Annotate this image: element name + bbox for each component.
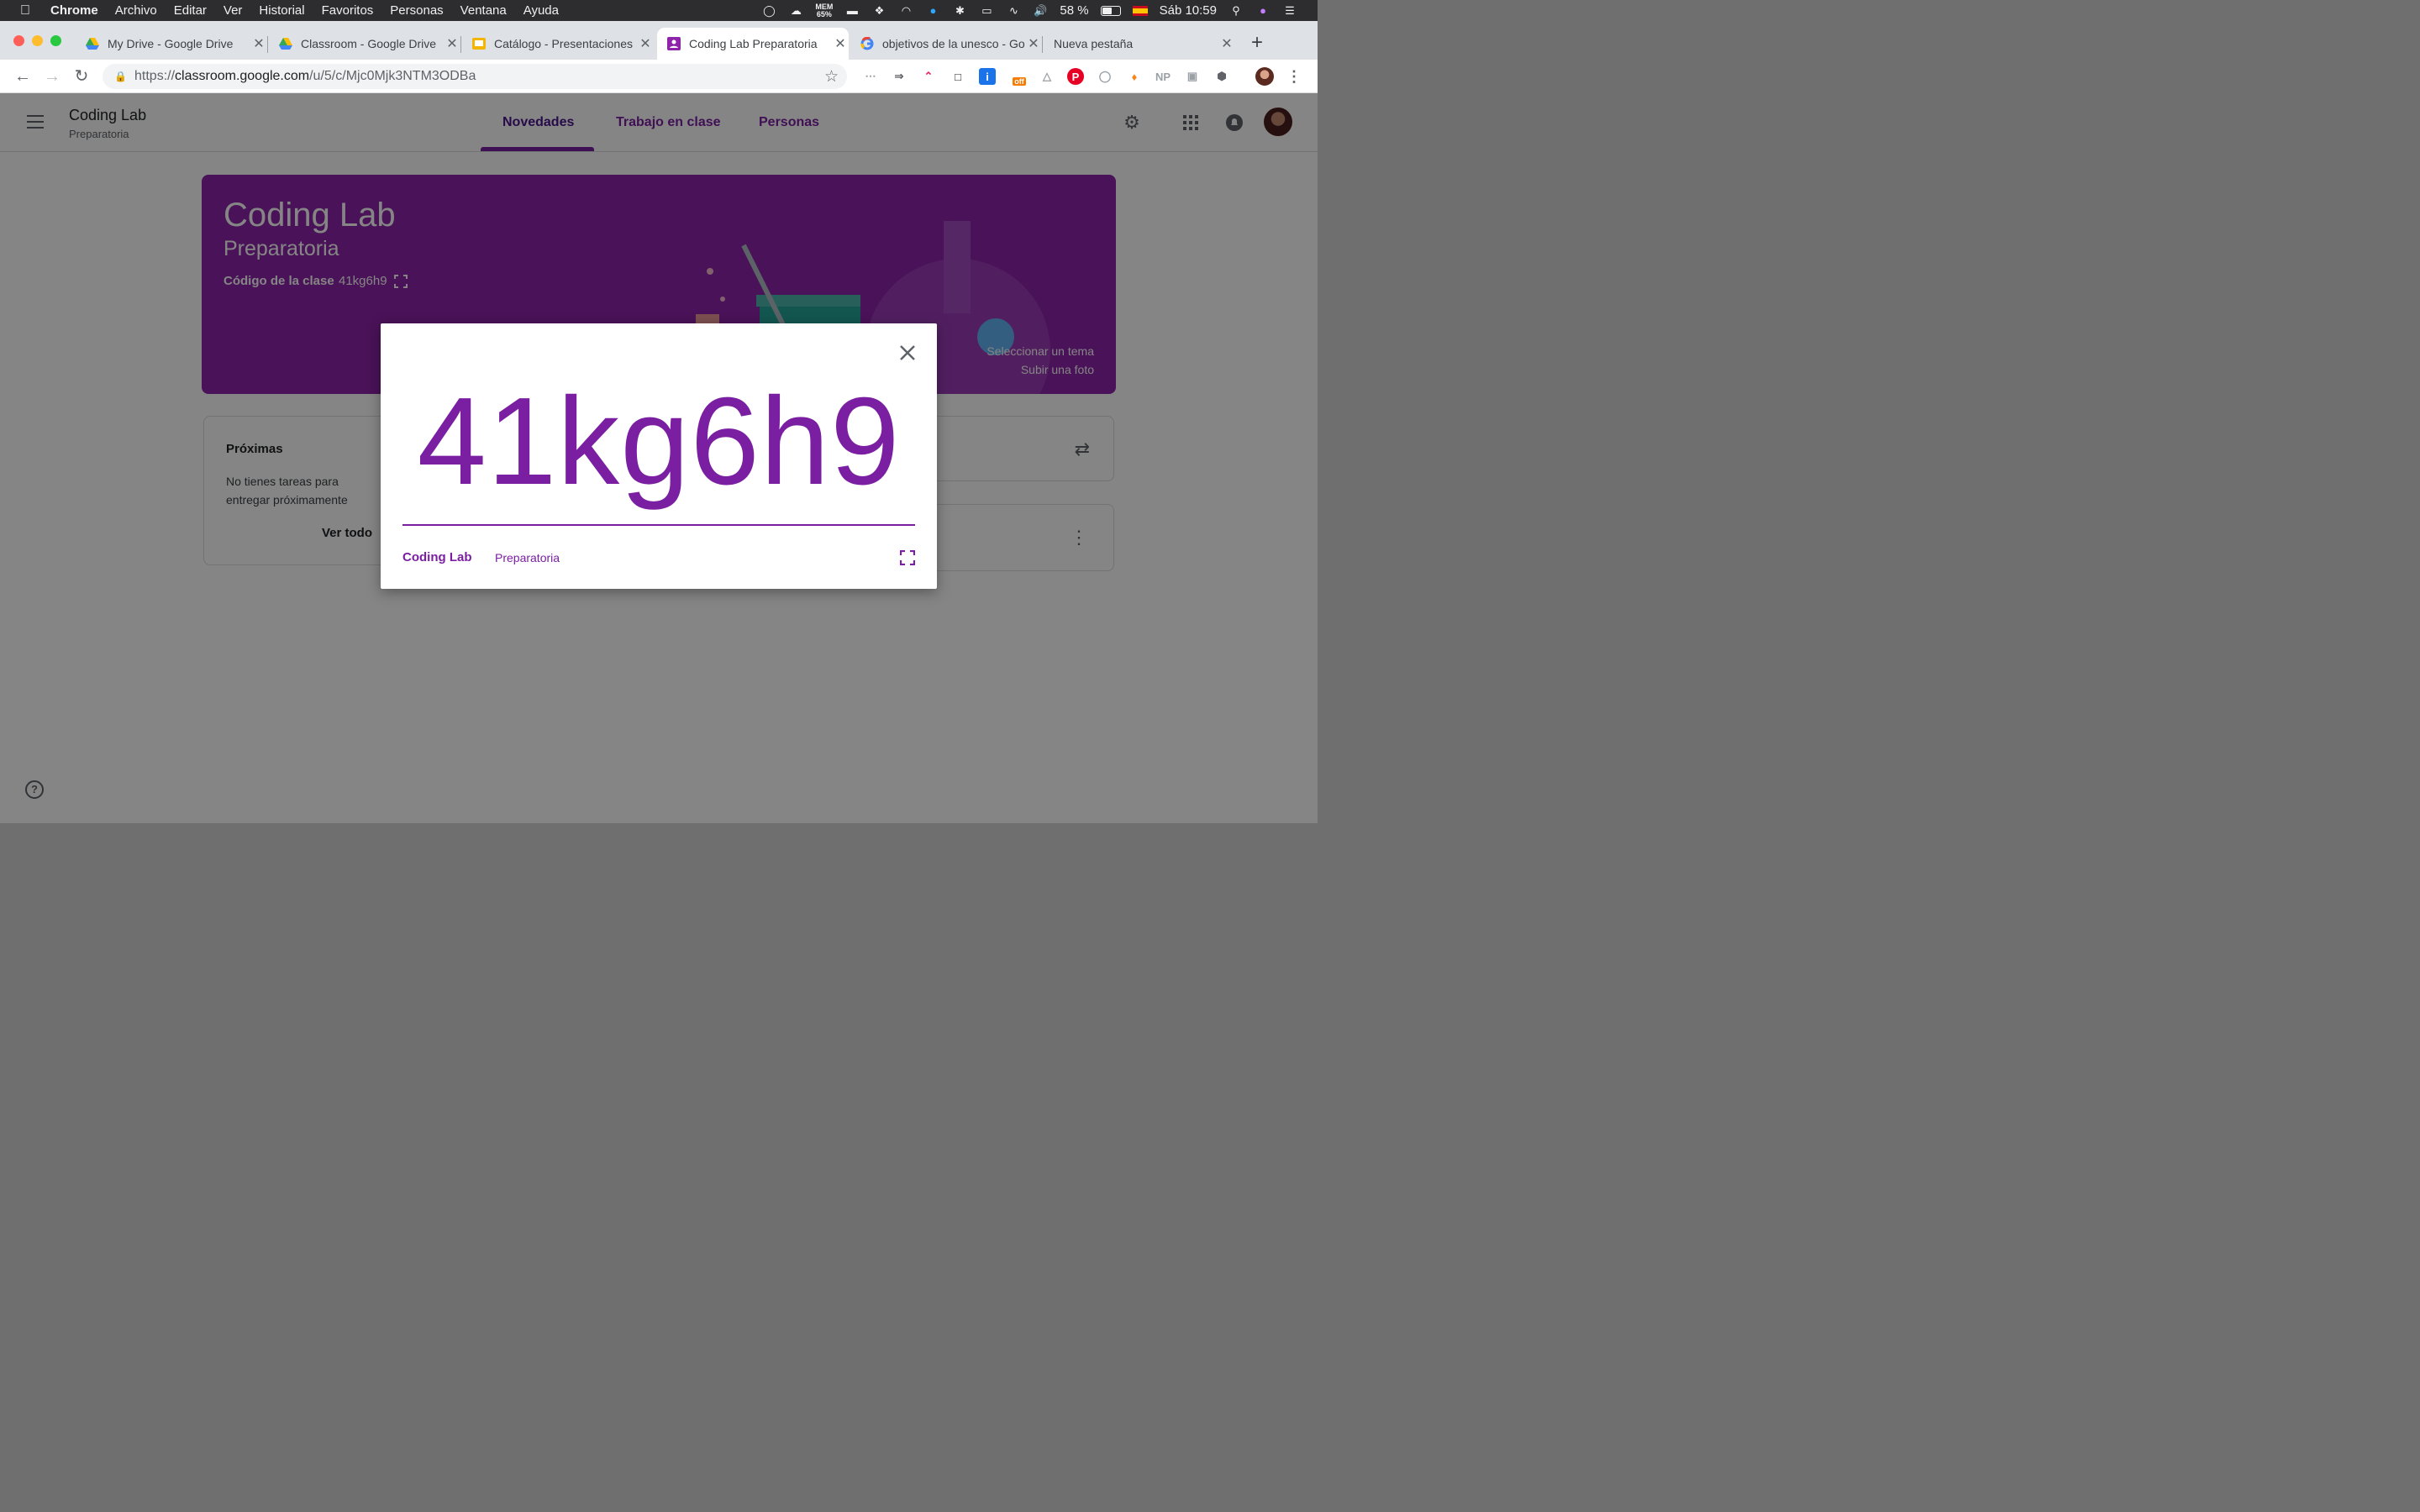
extension-drive-icon[interactable]: △ [1039, 68, 1055, 85]
menu-ver[interactable]: Ver [215, 3, 251, 18]
extension-arrow-icon[interactable]: ⇒ [891, 68, 908, 85]
tab-title: objetivos de la unesco - Goo [882, 37, 1025, 50]
back-arrow-icon[interactable]: ← [13, 66, 33, 87]
forward-arrow-icon[interactable]: → [42, 66, 62, 87]
dropbox-icon[interactable]: ❖ [871, 4, 886, 17]
sync-icon[interactable]: ◠ [898, 4, 913, 17]
menu-app-name[interactable]: Chrome [50, 3, 107, 18]
shazam-icon[interactable]: ● [925, 4, 940, 17]
tab-title: My Drive - Google Drive [108, 37, 234, 50]
volume-icon[interactable]: 🔊 [1033, 4, 1048, 17]
close-tab-icon[interactable]: ✕ [444, 35, 460, 52]
menubar-status-area: ◯ ☁ MEM 65% ▬ ❖ ◠ ● ✱ ▭ ∿ 🔊 58 % Sáb 10:5… [761, 0, 1318, 21]
close-tab-icon[interactable]: ✕ [250, 35, 267, 52]
tab-title: Coding Lab Preparatoria [689, 37, 818, 50]
battery-icon[interactable] [1100, 5, 1121, 16]
class-code-large: 41kg6h9 [417, 372, 901, 511]
pinterest-icon[interactable]: P [1067, 68, 1084, 85]
memory-value: 65% [816, 9, 832, 18]
bookmark-star-icon[interactable]: ☆ [824, 67, 839, 87]
chrome-menu-icon[interactable]: ⋮ [1286, 68, 1302, 85]
battery-percentage[interactable]: 58 % [1060, 3, 1088, 18]
creative-cloud-icon[interactable]: ☁ [788, 4, 803, 17]
google-drive-icon [279, 37, 292, 50]
extension-off-icon[interactable]: off [1011, 68, 1028, 86]
clock[interactable]: Sáb 10:59 [1160, 3, 1217, 18]
extension-blue-icon[interactable]: i [979, 68, 996, 85]
menu-ventana[interactable]: Ventana [452, 3, 515, 18]
battery-level [1102, 7, 1112, 14]
menu-editar[interactable]: Editar [166, 3, 215, 18]
spotlight-search-icon[interactable]: ⚲ [1228, 4, 1244, 17]
memory-indicator[interactable]: MEM 65% [815, 3, 833, 18]
bluetooth-icon[interactable]: ✱ [952, 4, 967, 17]
glasses-icon[interactable]: ◯ [761, 4, 776, 17]
spanish-flag-icon[interactable] [1132, 5, 1148, 16]
browser-tab-coding-lab[interactable]: Coding Lab Preparatoria ✕ [657, 28, 849, 60]
google-slides-icon [472, 37, 486, 50]
extension-cube-icon[interactable]: ⬢ [1213, 68, 1230, 85]
tab-separator [460, 36, 461, 53]
window-controls [13, 35, 61, 46]
extension-r-icon[interactable]: ▣ [1184, 68, 1201, 85]
extension-rainbow-icon[interactable]: ⌃ [920, 68, 937, 85]
close-icon[interactable] [898, 344, 917, 362]
google-search-icon [860, 37, 874, 50]
code-divider [402, 524, 915, 526]
menu-historial[interactable]: Historial [250, 3, 313, 18]
metamask-fox-icon[interactable]: ♦ [1126, 68, 1143, 85]
browser-tab-strip: My Drive - Google Drive ✕ Classroom - Go… [0, 21, 1318, 60]
tab-title: Nueva pestaña [1054, 37, 1134, 50]
menu-favoritos[interactable]: Favoritos [313, 3, 382, 18]
notification-center-icon[interactable]: ☰ [1282, 4, 1297, 17]
extension-circle-icon[interactable]: ◯ [1097, 68, 1113, 85]
close-tab-icon[interactable]: ✕ [1025, 35, 1042, 52]
airplay-icon[interactable]: ▭ [979, 4, 994, 17]
reload-icon[interactable]: ↻ [71, 66, 92, 87]
tab-title: Catálogo - Presentaciones [494, 37, 633, 50]
extension-bulb-icon[interactable]: □ [950, 68, 966, 85]
extension-np-label: NP [1155, 70, 1171, 83]
dialog-course-name: Coding Lab [402, 550, 472, 564]
lock-icon[interactable]: 🔒 [114, 71, 127, 82]
display-icon[interactable]: ▬ [844, 4, 860, 17]
browser-toolbar: ← → ↻ 🔒 https://classroom.google.com/u/5… [0, 60, 1318, 93]
profile-avatar[interactable] [1255, 67, 1274, 86]
browser-tab-catalogo[interactable]: Catálogo - Presentaciones ✕ [464, 28, 654, 60]
tab-separator [267, 36, 268, 53]
close-window-button[interactable] [13, 35, 24, 46]
new-tab-button[interactable]: + [1247, 33, 1267, 53]
tab-separator [1042, 36, 1043, 53]
menu-personas[interactable]: Personas [381, 3, 451, 18]
browser-tab-classroom-drive[interactable]: Classroom - Google Drive ✕ [271, 28, 461, 60]
minimize-window-button[interactable] [32, 35, 43, 46]
exit-fullscreen-icon[interactable] [900, 550, 915, 565]
close-tab-icon[interactable]: ✕ [1218, 35, 1235, 52]
apple-menu-icon[interactable]:  [0, 3, 50, 18]
zoom-window-button[interactable] [50, 35, 61, 46]
siri-icon[interactable]: ● [1255, 4, 1270, 17]
close-tab-icon[interactable]: ✕ [637, 35, 654, 52]
extension-np-icon[interactable]: NP [1155, 68, 1171, 85]
tab-title: Classroom - Google Drive [301, 37, 437, 50]
google-drive-icon [86, 37, 99, 50]
url-protocol: https:// [134, 69, 176, 83]
url-host: classroom.google.com [175, 69, 310, 83]
extension-off-badge: off [1013, 77, 1026, 86]
macos-menubar:  Chrome Archivo Editar Ver Historial Fa… [0, 0, 1318, 21]
address-bar[interactable]: 🔒 https://classroom.google.com/u/5/c/Mjc… [103, 64, 847, 89]
url-path: /u/5/c/Mjc0Mjk3NTM3ODBa [309, 69, 476, 83]
menu-ayuda[interactable]: Ayuda [515, 3, 567, 18]
browser-tab-objetivos[interactable]: objetivos de la unesco - Goo ✕ [852, 28, 1043, 60]
browser-tab-my-drive[interactable]: My Drive - Google Drive ✕ [77, 28, 268, 60]
dialog-section: Preparatoria [495, 551, 560, 564]
extension-reader-icon[interactable]: ⋯ [862, 68, 879, 85]
close-tab-icon[interactable]: ✕ [832, 35, 849, 52]
class-code-dialog: 41kg6h9 Coding Lab Preparatoria [381, 323, 937, 589]
google-classroom-icon [667, 37, 681, 50]
browser-tab-nueva-pestana[interactable]: Nueva pestaña ✕ [1045, 28, 1235, 60]
wifi-icon[interactable]: ∿ [1006, 4, 1021, 17]
menu-archivo[interactable]: Archivo [107, 3, 166, 18]
